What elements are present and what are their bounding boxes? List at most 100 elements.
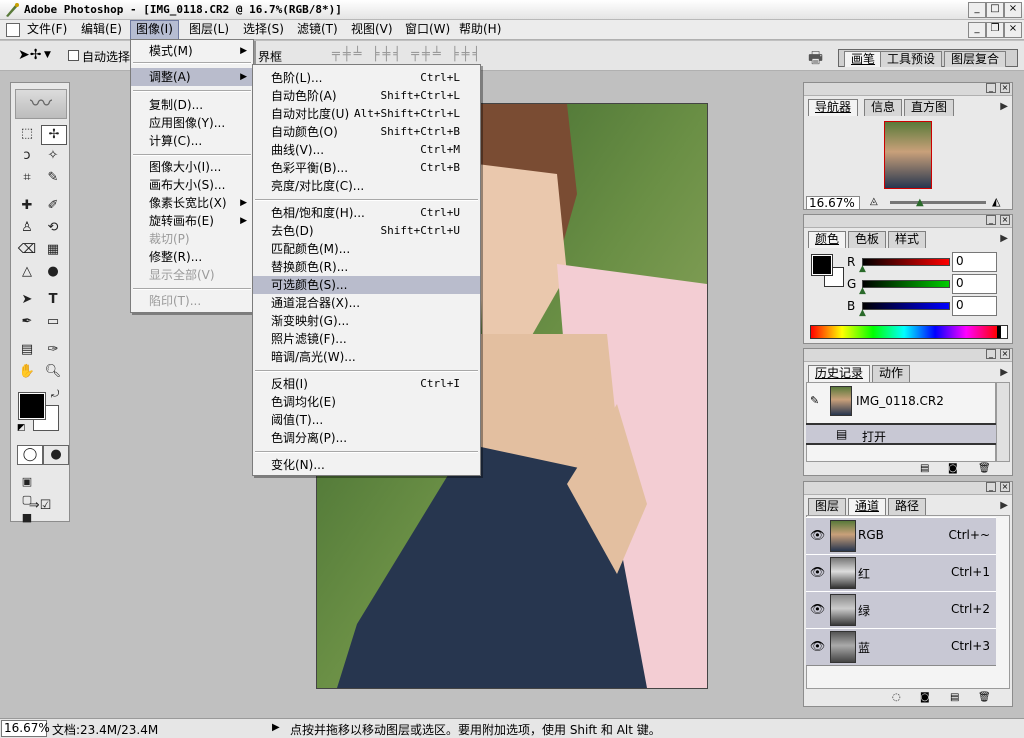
slider-thumb-icon[interactable]: ▲ <box>859 264 866 274</box>
history-scrollbar[interactable] <box>996 382 1010 462</box>
slice-tool-icon[interactable]: ✎ <box>41 169 65 187</box>
channel-row-blue[interactable]: 👁︎ 蓝 Ctrl+3 <box>806 628 996 666</box>
healing-brush-icon[interactable]: ✚ <box>15 197 39 215</box>
brush-tool-icon[interactable]: ✐ <box>41 197 65 215</box>
tab-channels[interactable]: 通道 <box>848 498 887 515</box>
menu-item-posterize[interactable]: 色调分离(P)... <box>253 429 480 447</box>
dodge-tool-icon[interactable]: ● <box>41 263 65 281</box>
type-tool-icon[interactable]: T <box>41 291 65 309</box>
eye-icon[interactable]: 👁︎ <box>810 565 825 579</box>
chevron-down-icon[interactable]: ▼ <box>44 50 51 60</box>
status-menu-arrow-icon[interactable]: ▶ <box>272 722 280 733</box>
palette-menu-icon[interactable]: ▶ <box>1000 101 1008 112</box>
menu-item-shadow-highlight[interactable]: 暗调/高光(W)... <box>253 348 480 366</box>
menu-item-match-color[interactable]: 匹配颜色(M)... <box>253 240 480 258</box>
palette-header[interactable]: _ × <box>804 83 1012 96</box>
doc-close-button[interactable]: × <box>1004 22 1022 38</box>
doc-minimize-button[interactable]: _ <box>968 22 986 38</box>
menu-item-channel-mixer[interactable]: 通道混合器(X)... <box>253 294 480 312</box>
menu-item-photo-filter[interactable]: 照片滤镜(F)... <box>253 330 480 348</box>
tab-brushes[interactable]: 画笔 <box>844 51 883 67</box>
swap-colors-icon[interactable]: ⤾ <box>51 389 59 400</box>
tab-history[interactable]: 历史记录 <box>808 365 871 382</box>
menu-item-crop[interactable]: 裁切(P) <box>131 230 253 248</box>
eraser-tool-icon[interactable]: ⌫ <box>15 241 39 259</box>
jump-to-imageready-icon[interactable]: ⇒☑ <box>17 497 63 515</box>
menu-item-hue-saturation[interactable]: 色相/饱和度(H)... Ctrl+U <box>253 204 480 222</box>
palette-minimize-icon[interactable]: _ <box>986 215 996 225</box>
status-zoom-field[interactable]: 16.67% <box>1 720 50 737</box>
blue-value-field[interactable]: 0 <box>952 296 997 316</box>
palette-close-icon[interactable]: × <box>1000 83 1010 93</box>
palette-menu-icon[interactable]: ▶ <box>1000 500 1008 511</box>
menu-item-image-size[interactable]: 图像大小(I)... <box>131 158 253 176</box>
foreground-color-swatch[interactable] <box>811 254 833 276</box>
new-channel-icon[interactable]: ▤ <box>950 692 959 703</box>
camera-icon[interactable]: ◙ <box>948 463 958 474</box>
snapshot-thumbnail[interactable] <box>830 386 852 416</box>
slider-thumb-icon[interactable]: ▲ <box>859 286 866 296</box>
tab-swatches[interactable]: 色板 <box>848 231 887 248</box>
move-tool-icon[interactable]: ✢ <box>41 125 67 145</box>
green-value-field[interactable]: 0 <box>952 274 997 294</box>
menu-view[interactable]: 视图(V) <box>346 20 398 39</box>
doc-icon[interactable] <box>6 23 20 37</box>
menu-item-brightness-contrast[interactable]: 亮度/对比度(C)... <box>253 177 480 195</box>
path-selection-icon[interactable]: ➤ <box>15 291 39 309</box>
slider-thumb-icon[interactable]: ▲ <box>916 197 924 208</box>
palette-minimize-icon[interactable]: _ <box>986 83 996 93</box>
eyedropper-icon[interactable]: ✑ <box>41 341 65 359</box>
align-icons[interactable]: ╤╪╧ ╞╪╡ ╤╪╧ ╞╪╡ <box>332 47 483 62</box>
menu-item-color-balance[interactable]: 色彩平衡(B)... Ctrl+B <box>253 159 480 177</box>
zoom-in-icon[interactable]: ◭ <box>992 195 1000 208</box>
palette-header[interactable]: _ × <box>804 215 1012 228</box>
menu-item-mode[interactable]: 模式(M) ▶ <box>131 42 253 60</box>
save-selection-icon[interactable]: ◙ <box>920 692 930 703</box>
menu-item-canvas-size[interactable]: 画布大小(S)... <box>131 176 253 194</box>
menu-item-replace-color[interactable]: 替换颜色(R)... <box>253 258 480 276</box>
gradient-tool-icon[interactable]: ▦ <box>41 241 65 259</box>
slider-thumb-icon[interactable]: ▲ <box>859 308 866 318</box>
channel-row-red[interactable]: 👁︎ 红 Ctrl+1 <box>806 554 996 592</box>
print-icon[interactable]: 🖶 <box>808 47 823 74</box>
tab-color[interactable]: 颜色 <box>808 231 847 248</box>
menu-item-auto-contrast[interactable]: 自动对比度(U) Alt+Shift+Ctrl+L <box>253 105 480 123</box>
zoom-tool-icon[interactable]: 🔍︎ <box>41 363 65 381</box>
tab-info[interactable]: 信息 <box>864 99 903 116</box>
tab-layers[interactable]: 图层 <box>808 498 847 515</box>
menu-item-pixel-aspect[interactable]: 像素长宽比(X) ▶ <box>131 194 253 212</box>
menu-file[interactable]: 文件(F) <box>22 20 72 39</box>
red-value-field[interactable]: 0 <box>952 252 997 272</box>
menu-item-desaturate[interactable]: 去色(D) Shift+Ctrl+U <box>253 222 480 240</box>
magic-wand-icon[interactable]: ✧ <box>41 147 65 165</box>
tab-actions[interactable]: 动作 <box>872 365 911 382</box>
shape-tool-icon[interactable]: ▭ <box>41 313 65 331</box>
channel-row-green[interactable]: 👁︎ 绿 Ctrl+2 <box>806 591 996 629</box>
palette-close-icon[interactable]: × <box>1000 482 1010 492</box>
tab-tool-presets[interactable]: 工具预设 <box>880 51 943 67</box>
eye-icon[interactable]: 👁︎ <box>810 528 825 542</box>
tab-histogram[interactable]: 直方图 <box>904 99 955 116</box>
doc-restore-button[interactable]: ❐ <box>986 22 1004 38</box>
menu-item-trap[interactable]: 陷印(T)... <box>131 292 253 310</box>
tab-navigator[interactable]: 导航器 <box>808 99 859 116</box>
menu-select[interactable]: 选择(S) <box>238 20 289 39</box>
menu-item-invert[interactable]: 反相(I) Ctrl+I <box>253 375 480 393</box>
menu-item-reveal-all[interactable]: 显示全部(V) <box>131 266 253 284</box>
load-selection-icon[interactable]: ◌ <box>892 692 901 703</box>
palette-close-icon[interactable]: × <box>1000 349 1010 359</box>
menu-item-rotate-canvas[interactable]: 旋转画布(E) ▶ <box>131 212 253 230</box>
pen-tool-icon[interactable]: ✒ <box>15 313 39 331</box>
menu-item-selective-color[interactable]: 可选颜色(S)... <box>253 276 480 294</box>
palette-header[interactable]: _ × <box>804 482 1012 495</box>
color-ramp[interactable] <box>810 325 1008 339</box>
red-slider[interactable] <box>862 258 950 266</box>
history-state-open[interactable]: ▤ 打开 <box>806 423 996 445</box>
navigator-zoom-field[interactable]: 16.67% <box>806 196 860 210</box>
marquee-tool-icon[interactable]: ⬚ <box>15 125 39 143</box>
menu-item-adjustments[interactable]: 调整(A) ▶ <box>131 68 253 86</box>
palette-close-icon[interactable]: × <box>1000 215 1010 225</box>
menu-help[interactable]: 帮助(H) <box>454 20 506 39</box>
menu-item-gradient-map[interactable]: 渐变映射(G)... <box>253 312 480 330</box>
maximize-button[interactable]: □ <box>986 2 1004 18</box>
